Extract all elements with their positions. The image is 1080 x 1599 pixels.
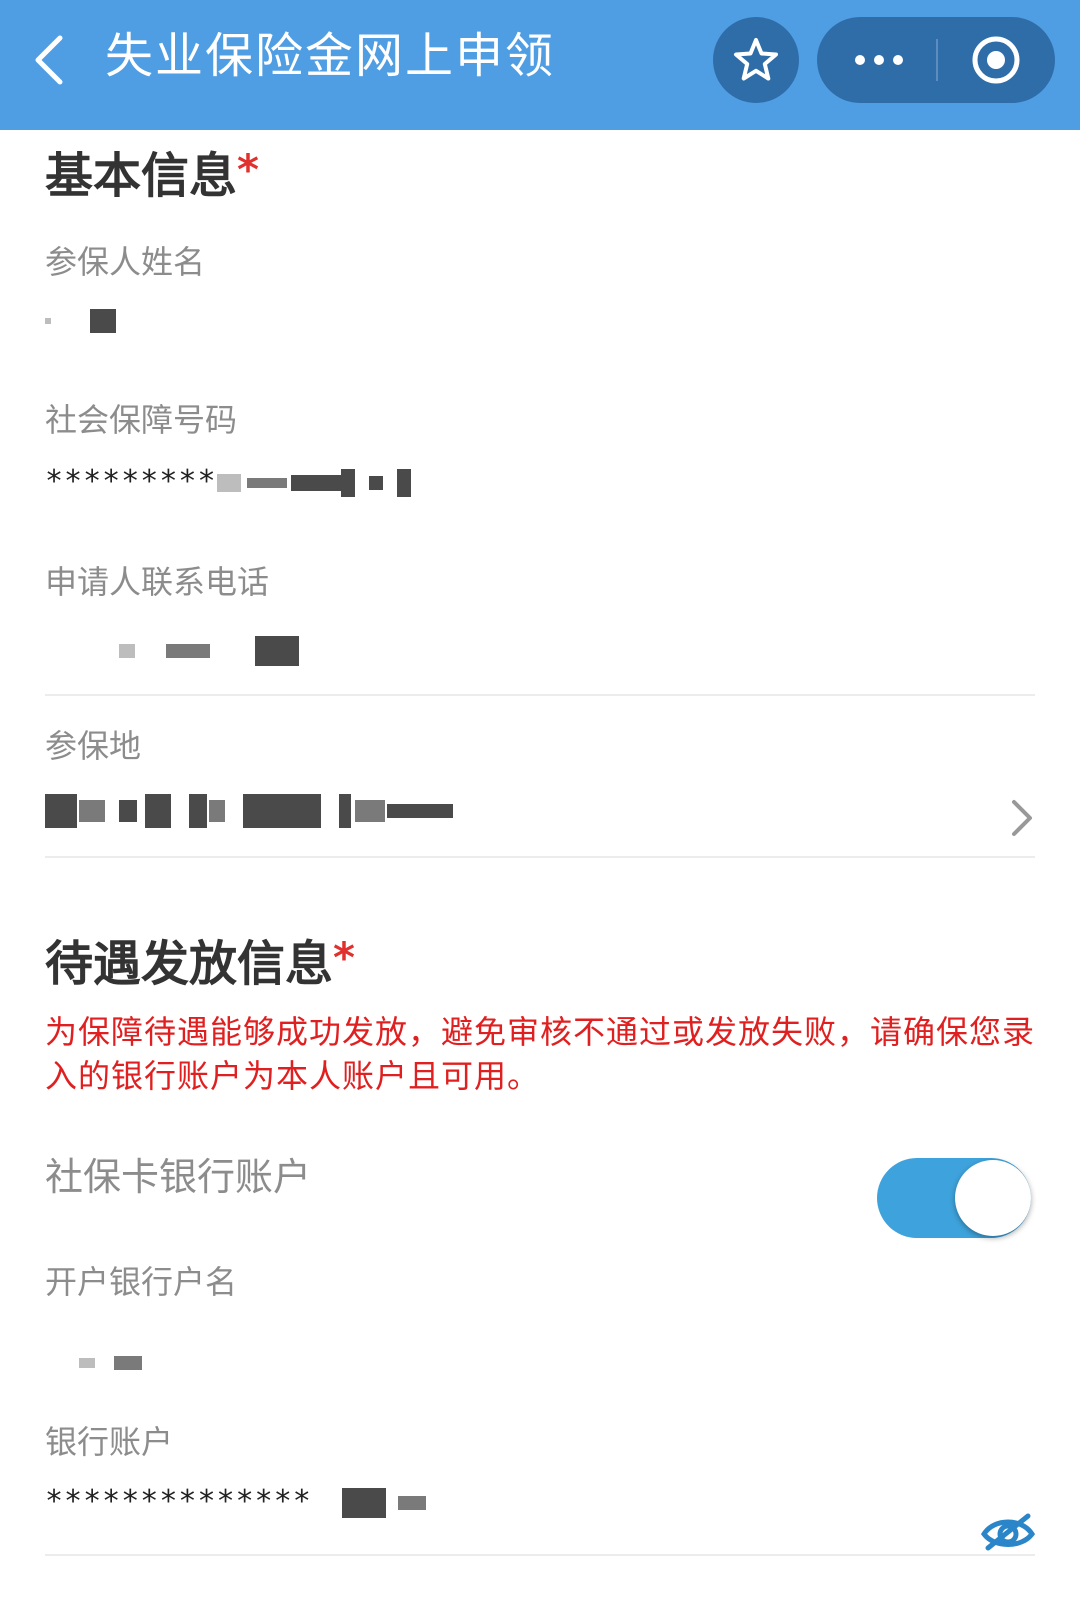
social-security-number-masked: ********* [45,464,217,499]
social-card-account-toggle[interactable] [877,1158,1031,1238]
more-dots-icon [855,55,903,65]
bank-account-name-label: 开户银行户名 [45,1263,238,1301]
bank-account-value: ************** [45,1482,426,1522]
social-card-account-label: 社保卡银行账户 [45,1155,312,1199]
eye-icon[interactable] [980,1512,1036,1552]
insured-name-label: 参保人姓名 [45,243,206,281]
bank-account-notice: 为保障待遇能够成功发放，避免审核不通过或发放失败，请确保您录入的银行账户为本人账… [45,1013,1036,1095]
applicant-phone-value [45,630,300,670]
miniprogram-capsule [817,17,1055,103]
benefit-info-title-text: 待遇发放信息 [45,936,334,992]
divider [45,1554,1035,1556]
basic-info-title-text: 基本信息 [45,148,238,204]
target-circle-icon [972,36,1020,84]
divider [45,694,1035,696]
bank-account-name-value [45,1342,143,1382]
basic-info-title: 基本信息* [45,145,259,206]
applicant-phone-label: 申请人联系电话 [45,563,270,601]
chevron-left-icon [35,35,63,85]
required-mark: * [333,933,355,982]
insured-location-value[interactable] [45,790,453,830]
divider [45,856,1035,858]
chevron-right-icon[interactable] [1010,798,1034,838]
toggle-knob [955,1160,1031,1236]
top-bar: 失业保险金网上申领 [0,0,1080,130]
star-icon [734,38,778,81]
insured-name-value [45,300,117,340]
required-mark: * [237,145,259,194]
back-button[interactable] [30,30,70,90]
insured-location-label: 参保地 [45,727,142,765]
favorite-button[interactable] [713,17,799,103]
more-button[interactable] [817,17,935,103]
capsule-divider [936,39,938,81]
close-miniprogram-button[interactable] [939,17,1055,103]
bank-account-masked: ************** [45,1484,312,1519]
social-security-number-value: ********* [45,462,411,502]
benefit-info-title: 待遇发放信息* [45,933,355,994]
page-title: 失业保险金网上申领 [105,28,556,84]
bank-account-label: 银行账户 [45,1423,174,1461]
social-security-number-label: 社会保障号码 [45,401,238,439]
